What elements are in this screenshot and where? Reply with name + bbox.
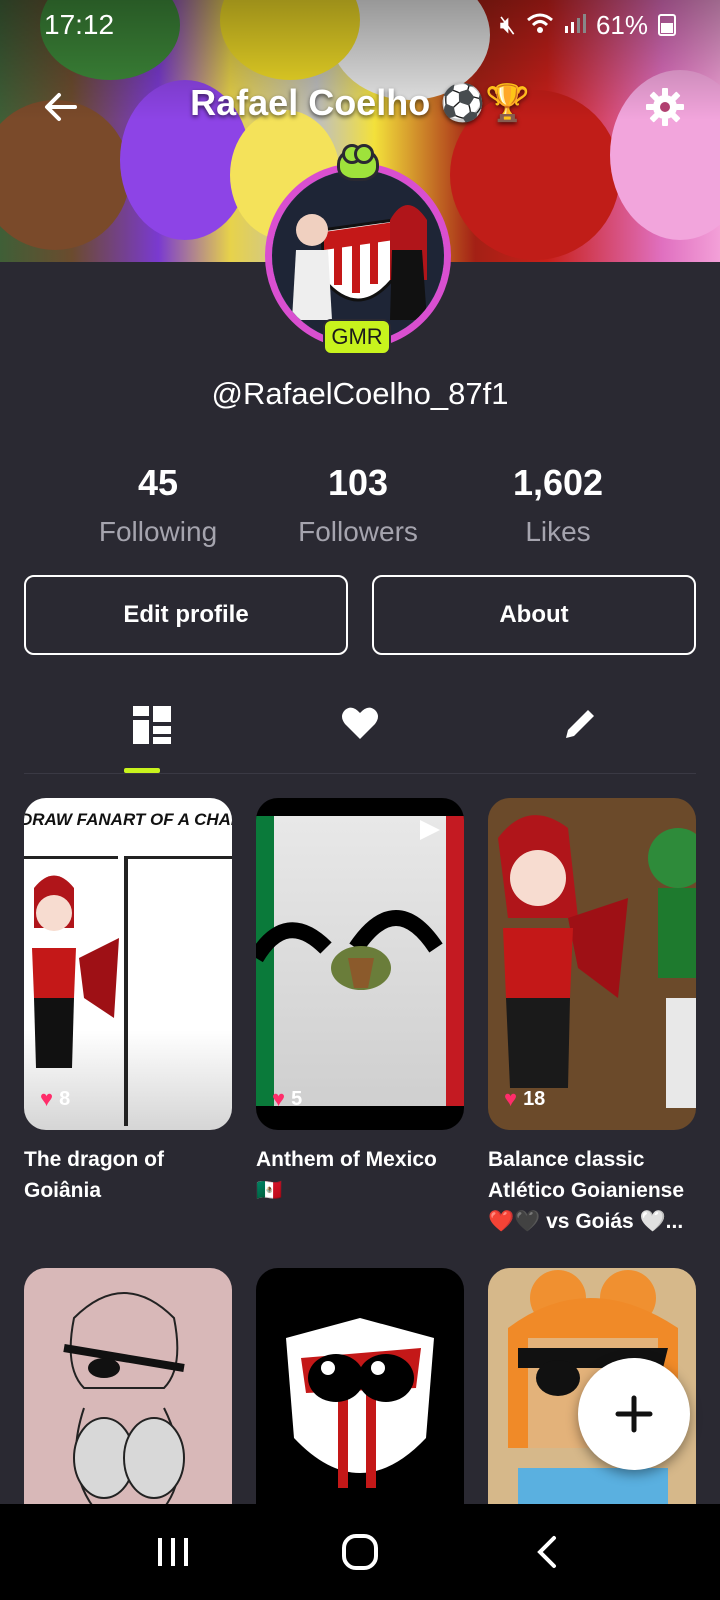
stat-value: 103: [327, 462, 389, 503]
post-thumbnail: [256, 1268, 464, 1508]
tab-drafts[interactable]: [550, 692, 610, 774]
stat-value: 45: [137, 462, 179, 503]
status-bar: 17:12 🔇︎ 61%: [0, 0, 720, 50]
post-thumbnail: ♥ 18: [488, 798, 696, 1130]
username-handle: @RafaelCoelho_87f1: [211, 376, 509, 411]
stat-label: Likes: [525, 516, 591, 547]
recent-apps-button[interactable]: [133, 1517, 213, 1587]
stat-label: Followers: [298, 516, 418, 547]
top-app-bar: Rafael Coelho ⚽️🏆: [0, 72, 720, 142]
stat-label: Following: [98, 516, 218, 547]
tab-liked[interactable]: [330, 692, 390, 774]
post-card[interactable]: [256, 1268, 464, 1508]
stat-followers[interactable]: 103 Followers: [258, 462, 458, 548]
post-card[interactable]: [24, 1268, 232, 1508]
profile-stats: 45 Following 103 Followers 1,602 Likes: [58, 462, 658, 548]
stat-value: 1,602: [512, 462, 604, 503]
post-title: Anthem of Mexico 🇲🇽: [256, 1148, 437, 1202]
about-button[interactable]: About: [372, 575, 696, 655]
post-title: The dragon of Goiânia: [24, 1148, 164, 1202]
post-like-count: ♥ 5: [272, 1086, 302, 1112]
home-button[interactable]: [320, 1517, 400, 1587]
settings-button[interactable]: [640, 82, 690, 132]
recent-apps-icon: [158, 1538, 189, 1566]
home-icon: [341, 1534, 378, 1570]
heart-icon: ♥: [40, 1086, 54, 1111]
post-card[interactable]: ♥ 18 Balance classic Atlético Goianiense…: [488, 798, 696, 1237]
profile-avatar[interactable]: GMR: [265, 144, 455, 355]
like-count: 8: [59, 1087, 71, 1110]
gmr-badge: GMR: [323, 319, 391, 355]
battery-text: 61%: [595, 9, 648, 40]
battery-icon: [658, 14, 676, 36]
post-like-count: ♥ 18: [504, 1086, 545, 1112]
heart-icon: [342, 707, 378, 739]
post-card[interactable]: ♥ 5 Anthem of Mexico 🇲🇽: [256, 798, 464, 1206]
stat-following[interactable]: 45 Following: [58, 462, 258, 548]
gear-icon: [646, 88, 684, 126]
heart-icon: ♥: [504, 1086, 518, 1111]
like-count: 18: [523, 1087, 546, 1110]
edit-profile-button[interactable]: Edit profile: [24, 575, 348, 655]
signal-icon: [564, 10, 586, 41]
mute-icon: 🔇︎: [499, 9, 516, 39]
post-thumbnail: [24, 1268, 232, 1508]
grid-icon: [133, 706, 171, 744]
back-nav-button[interactable]: [507, 1517, 587, 1587]
chevron-left-icon: [536, 1536, 556, 1568]
like-count: 5: [291, 1087, 303, 1110]
plus-icon: [615, 1395, 653, 1433]
heart-icon: ♥: [272, 1086, 286, 1111]
create-post-button[interactable]: [578, 1358, 690, 1470]
thumbnail-caption: DRAW FANART OF A CHARACTER: [24, 810, 232, 829]
content-tabs: [24, 692, 696, 774]
frog-decoration-icon: [337, 144, 379, 181]
play-icon: [420, 820, 440, 840]
post-thumbnail: DRAW FANART OF A CHARACTER ♥ 8: [24, 798, 232, 1130]
profile-actions: Edit profile About: [24, 575, 696, 655]
page-title: Rafael Coelho ⚽️🏆: [190, 82, 530, 123]
system-navigation-bar: [0, 1504, 720, 1600]
status-time: 17:12: [44, 9, 115, 40]
stat-likes: 1,602 Likes: [458, 462, 658, 548]
pencil-icon: [566, 707, 597, 738]
wifi-icon: [526, 10, 554, 41]
tab-posts[interactable]: [122, 692, 182, 774]
post-like-count: ♥ 8: [40, 1086, 70, 1112]
post-card[interactable]: DRAW FANART OF A CHARACTER ♥ 8 The drago…: [24, 798, 232, 1206]
post-thumbnail: ♥ 5: [256, 798, 464, 1130]
active-tab-indicator: [124, 768, 160, 773]
post-title: Balance classic Atlético Goianiense ❤️🖤 …: [488, 1148, 685, 1233]
